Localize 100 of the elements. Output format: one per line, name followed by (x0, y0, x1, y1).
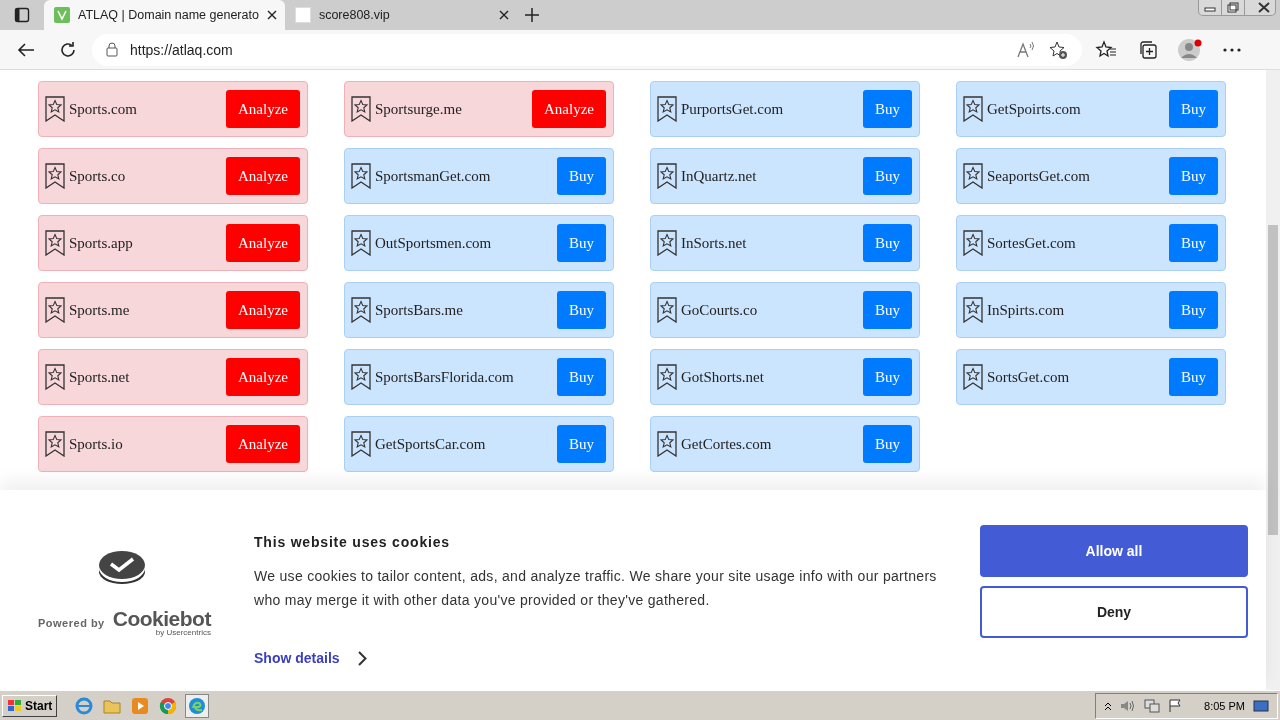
bookmark-star-icon[interactable] (963, 230, 983, 256)
buy-button[interactable]: Buy (1169, 358, 1218, 396)
analyze-button[interactable]: Analyze (226, 358, 300, 396)
back-icon[interactable] (17, 41, 35, 58)
buy-button[interactable]: Buy (863, 425, 912, 463)
analyze-button[interactable]: Analyze (226, 90, 300, 128)
windows-logo-icon (7, 698, 23, 713)
tab-actions-icon[interactable] (14, 7, 30, 23)
bookmark-star-icon[interactable] (45, 230, 65, 256)
buy-button[interactable]: Buy (557, 291, 606, 329)
analyze-button[interactable]: Analyze (226, 291, 300, 329)
buy-button[interactable]: Buy (557, 425, 606, 463)
domain-name: Sports.co (69, 167, 127, 185)
cookie-check-icon (98, 548, 146, 586)
buy-button[interactable]: Buy (1169, 157, 1218, 195)
browser-tab[interactable]: ATLAQ | Domain name generato (44, 0, 285, 30)
domain-name: SportsmanGet.com (375, 167, 492, 185)
new-tab-icon[interactable] (523, 7, 540, 23)
buy-button[interactable]: Buy (1169, 90, 1218, 128)
start-button[interactable]: Start (2, 694, 58, 717)
chevron-right-icon (357, 650, 367, 666)
edge-icon[interactable] (188, 696, 207, 715)
domain-name: Sports.me (69, 301, 131, 319)
buy-button[interactable]: Buy (863, 224, 912, 262)
domain-name: Sports.net (69, 368, 131, 386)
powered-by-label: Powered by (38, 616, 105, 629)
banner-title: This website uses cookies (254, 534, 451, 550)
favorites-icon[interactable] (1095, 39, 1117, 60)
analyze-button[interactable]: Analyze (226, 157, 300, 195)
bookmark-star-icon[interactable] (657, 364, 677, 390)
analyze-button[interactable]: Analyze (532, 90, 606, 128)
cookiebot-logo: Cookiebot (112, 608, 211, 629)
show-hidden-icons-icon[interactable] (1104, 700, 1113, 711)
address-bar[interactable]: https://atlaq.com (92, 33, 1082, 66)
lock-icon (106, 42, 118, 57)
close-tab-icon[interactable] (266, 10, 277, 20)
domain-name: InQuartz.net (681, 167, 758, 185)
analyze-button[interactable]: Analyze (226, 425, 300, 463)
bookmark-star-icon[interactable] (657, 431, 677, 457)
chrome-icon[interactable] (159, 696, 178, 715)
domain-name: OutSportsmen.com (375, 234, 493, 252)
bookmark-star-icon[interactable] (963, 364, 983, 390)
refresh-icon[interactable] (59, 40, 77, 59)
network-icon[interactable] (1144, 698, 1161, 713)
banner-text: We use cookies to tailor content, ads, and analyze traffic. We share your site usage info with our partners who may merge it with other data you've provided or they've gathered. (254, 567, 938, 610)
domain-name: SortesGet.com (987, 234, 1077, 252)
browser-tab[interactable]: score808.vip (284, 0, 517, 30)
buy-button[interactable]: Buy (1169, 291, 1218, 329)
site-favicon-icon (54, 7, 70, 23)
domain-name: InSorts.net (681, 234, 748, 252)
bookmark-star-icon[interactable] (45, 163, 65, 189)
bookmark-star-icon[interactable] (351, 364, 371, 390)
flag-icon[interactable] (1168, 698, 1183, 713)
bookmark-star-icon[interactable] (657, 230, 677, 256)
bookmark-star-icon[interactable] (963, 163, 983, 189)
buy-button[interactable]: Buy (863, 291, 912, 329)
blank-page-icon (294, 7, 311, 23)
show-desktop-icon[interactable] (1253, 698, 1269, 713)
close-tab-icon[interactable] (498, 10, 509, 20)
buy-button[interactable]: Buy (863, 90, 912, 128)
bookmark-star-icon[interactable] (351, 96, 371, 122)
buy-button[interactable]: Buy (863, 157, 912, 195)
bookmark-star-icon[interactable] (45, 364, 65, 390)
buy-button[interactable]: Buy (557, 157, 606, 195)
buy-button[interactable]: Buy (557, 358, 606, 396)
bookmark-star-icon[interactable] (657, 163, 677, 189)
scrollbar-thumb[interactable] (1268, 225, 1278, 535)
domain-name: InSpirts.com (987, 301, 1066, 319)
bookmark-star-icon[interactable] (351, 230, 371, 256)
clock[interactable]: 8:05 PM (1204, 699, 1245, 712)
bookmark-star-icon[interactable] (45, 297, 65, 323)
bookmark-star-icon[interactable] (657, 297, 677, 323)
buy-button[interactable]: Buy (863, 358, 912, 396)
bookmark-star-icon[interactable] (45, 96, 65, 122)
domain-name: Sports.com (69, 100, 138, 118)
bookmark-star-icon[interactable] (963, 96, 983, 122)
add-favorite-icon[interactable] (1048, 39, 1068, 60)
domain-name: PurportsGet.com (681, 100, 785, 118)
read-aloud-icon[interactable] (1016, 40, 1036, 59)
bookmark-star-icon[interactable] (963, 297, 983, 323)
bookmark-star-icon[interactable] (351, 163, 371, 189)
domain-name: GetCortes.com (681, 435, 773, 453)
allow-all-button[interactable]: Allow all (980, 525, 1248, 577)
bookmark-star-icon[interactable] (351, 431, 371, 457)
more-options-icon[interactable] (1223, 47, 1241, 52)
media-player-icon[interactable] (131, 696, 150, 715)
analyze-button[interactable]: Analyze (226, 224, 300, 262)
collections-icon[interactable] (1138, 39, 1158, 60)
profile-avatar-icon[interactable] (1177, 36, 1203, 63)
domain-name: GoCourts.co (681, 301, 759, 319)
buy-button[interactable]: Buy (557, 224, 606, 262)
bookmark-star-icon[interactable] (351, 297, 371, 323)
domain-name: SeaportsGet.com (987, 167, 1091, 185)
show-details-link[interactable]: Show details (254, 650, 340, 666)
deny-button[interactable]: Deny (980, 586, 1248, 638)
bookmark-star-icon[interactable] (657, 96, 677, 122)
speaker-icon[interactable] (1120, 698, 1137, 713)
domain-name: SportsBars.me (375, 301, 464, 319)
buy-button[interactable]: Buy (1169, 224, 1218, 262)
bookmark-star-icon[interactable] (45, 431, 65, 457)
